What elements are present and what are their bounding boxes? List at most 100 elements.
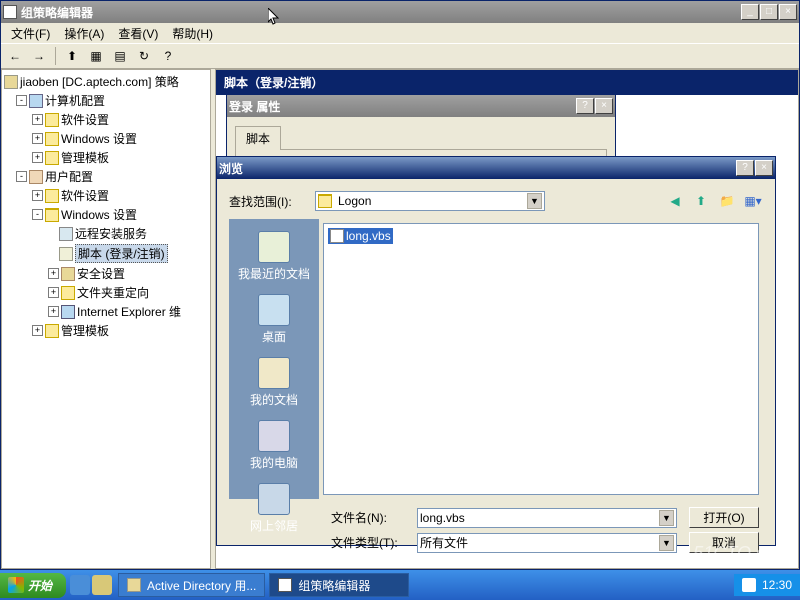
tree-uc-windows[interactable]: -Windows 设置: [4, 205, 208, 224]
refresh-button[interactable]: ↻: [134, 46, 154, 66]
minimize-button[interactable]: _: [741, 4, 759, 20]
place-network[interactable]: 网上邻居: [234, 479, 314, 538]
tree-uc-security[interactable]: +安全设置: [4, 264, 208, 283]
place-desktop[interactable]: 桌面: [234, 290, 314, 349]
chevron-down-icon[interactable]: ▼: [659, 535, 674, 551]
browse-titlebar[interactable]: 浏览 ? ×: [217, 157, 775, 179]
network-icon: [258, 483, 290, 515]
user-icon: [29, 170, 43, 184]
up-button[interactable]: ⬆: [62, 46, 82, 66]
menu-file[interactable]: 文件(F): [5, 23, 56, 44]
ie-icon[interactable]: [70, 575, 90, 595]
expand-icon[interactable]: +: [32, 133, 43, 144]
ie-icon: [61, 305, 75, 319]
expand-icon[interactable]: +: [32, 114, 43, 125]
folder-icon: [45, 324, 59, 338]
task-ad[interactable]: Active Directory 用...: [118, 573, 265, 597]
system-tray[interactable]: 12:30: [734, 574, 800, 596]
place-recent[interactable]: 我最近的文档: [234, 227, 314, 286]
up-button[interactable]: ⬆: [691, 191, 711, 211]
tree-root[interactable]: jiaoben [DC.aptech.com] 策略: [4, 72, 208, 91]
tree-uc-ie[interactable]: +Internet Explorer 维: [4, 302, 208, 321]
gpedit-menubar: 文件(F) 操作(A) 查看(V) 帮助(H): [1, 23, 799, 43]
expand-icon[interactable]: +: [32, 190, 43, 201]
close-button[interactable]: ×: [755, 160, 773, 176]
collapse-icon[interactable]: -: [16, 95, 27, 106]
place-mycomputer[interactable]: 我的电脑: [234, 416, 314, 475]
desktop-icon[interactable]: [92, 575, 112, 595]
help-button[interactable]: ?: [158, 46, 178, 66]
folder-open-icon: [45, 208, 59, 222]
views-button[interactable]: ▦▾: [743, 191, 763, 211]
expand-icon[interactable]: +: [32, 325, 43, 336]
tree-cc-software[interactable]: +软件设置: [4, 110, 208, 129]
tree-uc-scripts[interactable]: 脚本 (登录/注销): [4, 243, 208, 264]
script-icon: [59, 247, 73, 261]
content-header: 脚本（登录/注销）: [216, 70, 798, 95]
back-button[interactable]: ◀: [665, 191, 685, 211]
separator: [55, 47, 56, 65]
collapse-icon[interactable]: -: [16, 171, 27, 182]
expand-icon[interactable]: +: [48, 268, 59, 279]
recent-icon: [258, 231, 290, 263]
collapse-icon[interactable]: -: [32, 209, 43, 220]
expand-icon[interactable]: +: [48, 306, 59, 317]
help-button[interactable]: ?: [576, 98, 594, 114]
start-button[interactable]: 开始: [0, 573, 66, 598]
chevron-down-icon[interactable]: ▼: [659, 510, 674, 526]
gpedit-tree[interactable]: jiaoben [DC.aptech.com] 策略 -计算机配置 +软件设置 …: [1, 69, 211, 569]
browse-title: 浏览: [219, 160, 736, 177]
lookin-row: 查找范围(I): Logon ▼ ◀ ⬆ 📁 ▦▾: [229, 191, 763, 211]
task-gpedit[interactable]: 组策略编辑器: [269, 573, 409, 597]
tree-uc-software[interactable]: +软件设置: [4, 186, 208, 205]
lock-icon: [61, 267, 75, 281]
maximize-button[interactable]: □: [760, 4, 778, 20]
filename-label: 文件名(N):: [331, 509, 411, 526]
tree-user-config[interactable]: -用户配置: [4, 167, 208, 186]
tree-uc-redirect[interactable]: +文件夹重定向: [4, 283, 208, 302]
tray-icon[interactable]: [742, 578, 756, 592]
chevron-down-icon[interactable]: ▼: [527, 193, 542, 209]
windows-logo-icon: [8, 577, 24, 593]
tab-scripts[interactable]: 脚本: [235, 126, 281, 150]
help-button[interactable]: ?: [736, 160, 754, 176]
browse-dialog: 浏览 ? × 查找范围(I): Logon ▼ ◀ ⬆ 📁 ▦▾ 我最近的文档 …: [216, 156, 776, 546]
expand-icon[interactable]: +: [48, 287, 59, 298]
tree-uc-remote[interactable]: 远程安装服务: [4, 224, 208, 243]
tree-cc-windows[interactable]: +Windows 设置: [4, 129, 208, 148]
folder-icon: [45, 113, 59, 127]
remote-icon: [59, 227, 73, 241]
menu-help[interactable]: 帮助(H): [166, 23, 219, 44]
close-button[interactable]: ×: [779, 4, 797, 20]
menu-action[interactable]: 操作(A): [58, 23, 110, 44]
gpedit-titlebar[interactable]: 组策略编辑器 _ □ ×: [1, 1, 799, 23]
folder-open-icon: [318, 194, 332, 208]
menu-view[interactable]: 查看(V): [112, 23, 164, 44]
places-bar: 我最近的文档 桌面 我的文档 我的电脑 网上邻居: [229, 219, 319, 499]
tree-uc-admin[interactable]: +管理模板: [4, 321, 208, 340]
computer-icon: [258, 420, 290, 452]
gpedit-icon: [278, 578, 292, 592]
documents-icon: [258, 357, 290, 389]
forward-button[interactable]: →: [29, 46, 49, 66]
filetype-combo[interactable]: 所有文件▼: [417, 533, 677, 553]
gpedit-title: 组策略编辑器: [21, 4, 741, 21]
file-item[interactable]: long.vbs: [328, 228, 393, 244]
filename-input[interactable]: long.vbs▼: [417, 508, 677, 528]
lookin-combo[interactable]: Logon ▼: [315, 191, 545, 211]
place-mydocs[interactable]: 我的文档: [234, 353, 314, 412]
props-titlebar[interactable]: 登录 属性 ? ×: [227, 95, 615, 117]
new-folder-button[interactable]: 📁: [717, 191, 737, 211]
filetype-label: 文件类型(T):: [331, 534, 411, 551]
show-hide-button[interactable]: ▦: [86, 46, 106, 66]
expand-icon[interactable]: +: [32, 152, 43, 163]
close-button[interactable]: ×: [595, 98, 613, 114]
vbs-icon: [330, 229, 344, 243]
back-button[interactable]: ←: [5, 46, 25, 66]
tree-cc-admin[interactable]: +管理模板: [4, 148, 208, 167]
properties-button[interactable]: ▤: [110, 46, 130, 66]
open-button[interactable]: 打开(O): [689, 507, 759, 528]
tree-selected: 脚本 (登录/注销): [75, 244, 168, 263]
file-list[interactable]: long.vbs: [323, 223, 759, 495]
tree-computer-config[interactable]: -计算机配置: [4, 91, 208, 110]
